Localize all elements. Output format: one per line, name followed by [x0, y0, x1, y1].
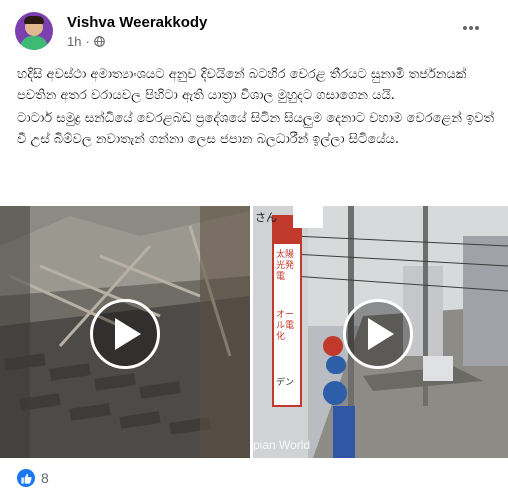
globe-icon[interactable] — [93, 36, 105, 47]
post-time[interactable]: 1h — [67, 34, 81, 49]
post-text: හදිසි අවස්ථා අමාත්‍යාංශයට අනුව දිවයිනේ බ… — [17, 64, 495, 152]
play-icon — [115, 318, 141, 350]
meta-separator: · — [85, 34, 90, 49]
play-button[interactable] — [343, 299, 413, 369]
video-watermark: pian World — [253, 438, 311, 452]
facebook-post-card: Vishva Weerakkody 1h · හදිසි අවස්ථා අමාත… — [0, 0, 508, 495]
avatar-shirt — [20, 36, 48, 50]
author-name[interactable]: Vishva Weerakkody — [67, 14, 207, 31]
avatar[interactable] — [15, 12, 53, 50]
post-media: 太陽光発電 オール電化 デン さん pian World — [0, 206, 508, 458]
avatar-hair — [24, 16, 44, 24]
reaction-count[interactable]: 8 — [41, 470, 49, 486]
ellipsis-icon — [463, 26, 479, 30]
post-header: Vishva Weerakkody 1h · — [15, 12, 485, 52]
tsunami-street-video[interactable]: 太陽光発電 オール電化 デン さん pian World — [253, 206, 508, 458]
shop-sign-1: 太陽光発電 — [276, 250, 295, 282]
post-paragraph-2: ටාටාර් සමුද්‍ර සන්ධියේ වෙරළබඩ ප්‍රදේශයේ … — [17, 111, 495, 147]
shop-sign-2: オール電化 — [276, 310, 295, 342]
play-button[interactable] — [90, 299, 160, 369]
collapsed-house-video[interactable] — [0, 206, 250, 458]
post-meta: 1h · — [67, 34, 105, 49]
reactions-bar[interactable]: 8 — [17, 468, 49, 488]
play-icon — [368, 318, 394, 350]
post-paragraph-1: හදිසි අවස්ථා අමාත්‍යාංශයට අනුව දිවයිනේ බ… — [17, 67, 467, 103]
shop-sign-3: デン — [276, 378, 295, 388]
shop-sign-4: さん — [255, 211, 277, 224]
thumbs-up-icon — [17, 469, 35, 487]
more-options-icon[interactable] — [457, 14, 485, 42]
thumbs-up-glyph — [20, 473, 32, 484]
